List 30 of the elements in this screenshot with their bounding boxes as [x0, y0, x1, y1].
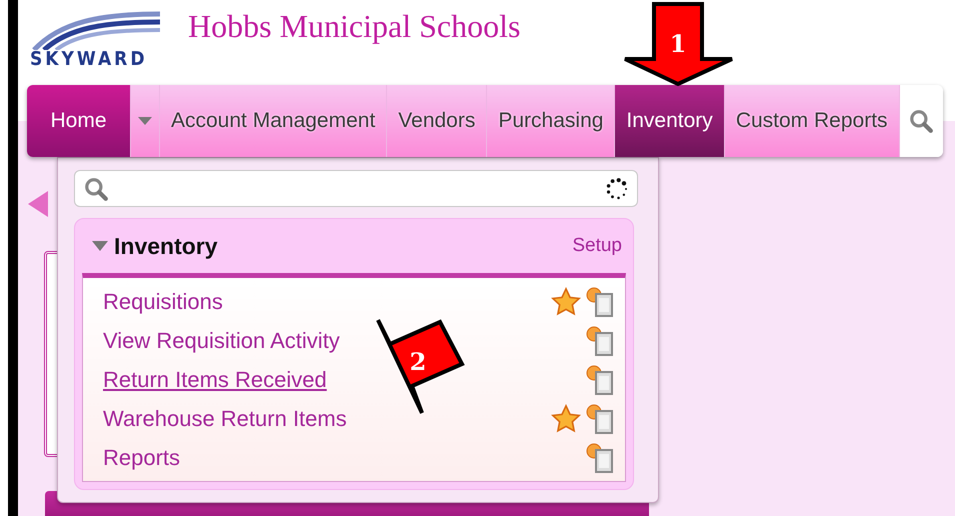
- district-title: Hobbs Municipal Schools: [188, 8, 520, 45]
- nav-tab[interactable]: Account Management: [160, 85, 388, 157]
- new-window-icon[interactable]: [585, 286, 615, 318]
- menu-caret-button[interactable]: [131, 85, 160, 157]
- new-window-icon[interactable]: [585, 324, 615, 356]
- search-icon: [83, 176, 109, 202]
- group-toggle[interactable]: Inventory: [92, 232, 218, 260]
- star-icon[interactable]: [551, 404, 581, 434]
- annotation-arrow: 2: [376, 318, 466, 416]
- nav-tab[interactable]: Purchasing: [487, 85, 616, 157]
- setup-link[interactable]: Setup: [572, 235, 622, 257]
- home-tab[interactable]: Home: [27, 85, 131, 157]
- search-field[interactable]: [74, 170, 638, 207]
- new-window-icon[interactable]: [585, 364, 615, 396]
- collapse-arrow-icon[interactable]: [28, 191, 48, 217]
- new-window-icon[interactable]: [585, 402, 615, 434]
- menu-link[interactable]: Requisitions: [103, 288, 551, 314]
- menu-link[interactable]: Reports: [103, 444, 585, 470]
- nav-tab[interactable]: Vendors: [387, 85, 488, 157]
- search-icon: [908, 108, 934, 134]
- star-icon[interactable]: [551, 286, 581, 316]
- new-window-icon[interactable]: [585, 442, 615, 474]
- search-button[interactable]: [900, 85, 943, 157]
- nav-tab[interactable]: Custom Reports: [724, 85, 900, 157]
- annotation-arrow: 1: [622, 2, 736, 86]
- caret-icon: [92, 241, 108, 251]
- skyward-logo: SKYWARD: [30, 0, 166, 70]
- caret-icon: [138, 117, 152, 125]
- loading-spinner-icon: [605, 176, 629, 200]
- nav-tab[interactable]: Inventory: [615, 85, 725, 157]
